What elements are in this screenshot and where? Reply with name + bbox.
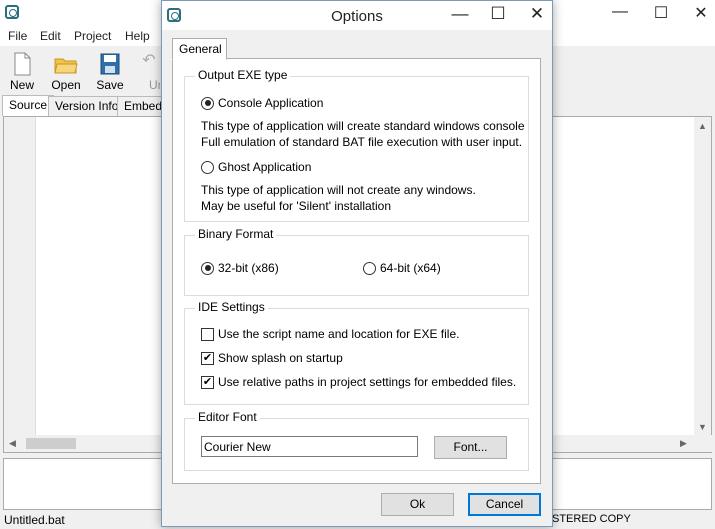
undo-label: Un (149, 78, 160, 92)
new-label: New (9, 78, 34, 92)
dialog-titlebar: Options — ☐ ✕ (162, 1, 552, 30)
radio-32bit-label: 32-bit (x86) (218, 261, 279, 275)
ghost-desc-line-1: This type of application will not create… (201, 183, 476, 197)
undo-icon: ↶ (142, 52, 156, 69)
console-radio-button[interactable] (201, 96, 214, 110)
radio-64bit-button[interactable] (363, 261, 376, 275)
line-gutter (4, 117, 36, 437)
radio-32bit[interactable]: 32-bit (x86) (201, 260, 279, 276)
use-script-name-box[interactable] (201, 327, 214, 341)
tab-embedded[interactable]: Embedd (117, 96, 165, 116)
show-splash-label: Show splash on startup (218, 351, 343, 365)
scroll-right-icon[interactable]: ▶ (680, 438, 687, 449)
save-disk-icon (100, 53, 120, 75)
console-app-radio[interactable]: Console Application (201, 95, 323, 111)
radio-64bit-label: 64-bit (x64) (380, 261, 441, 275)
app-logo-icon (5, 5, 19, 19)
font-button[interactable]: Font... (434, 436, 507, 459)
open-label: Open (51, 78, 81, 92)
new-file-icon (14, 52, 31, 76)
options-dialog: Options — ☐ ✕ General Output EXE type Co… (161, 0, 553, 527)
status-filename: Untitled.bat (4, 513, 65, 527)
ghost-app-radio[interactable]: Ghost Application (201, 159, 311, 175)
scroll-down-icon[interactable]: ▼ (698, 422, 707, 432)
relative-paths-box[interactable]: ✔ (201, 375, 214, 389)
show-splash-box[interactable]: ✔ (201, 351, 214, 365)
save-button[interactable]: Save (90, 50, 130, 92)
open-button[interactable]: Open (46, 50, 86, 92)
maximize-icon[interactable]: ☐ (651, 3, 671, 23)
status-registration: STERED COPY (552, 513, 631, 525)
dialog-close-icon[interactable]: ✕ (526, 4, 548, 24)
open-folder-icon (54, 58, 78, 74)
horizontal-scroll-thumb[interactable] (26, 438, 76, 449)
menu-file[interactable]: File (8, 29, 27, 43)
radio-32bit-button[interactable] (201, 261, 214, 275)
undo-button[interactable]: ↶ Un (138, 50, 160, 92)
ghost-radio-button[interactable] (201, 160, 214, 174)
save-label: Save (96, 78, 124, 92)
vertical-scrollbar[interactable]: ▲ ▼ (694, 117, 711, 437)
tab-general[interactable]: General (172, 38, 227, 60)
show-splash-checkbox[interactable]: ✔ Show splash on startup (201, 350, 343, 366)
menu-help[interactable]: Help (125, 29, 150, 43)
editor-font-field[interactable]: Courier New (201, 436, 418, 457)
use-script-name-label: Use the script name and location for EXE… (218, 327, 460, 341)
new-button[interactable]: New (2, 50, 42, 92)
relative-paths-checkbox[interactable]: ✔ Use relative paths in project settings… (201, 374, 516, 390)
ghost-desc-line-2: May be useful for 'Silent' installation (201, 199, 392, 213)
menu-edit[interactable]: Edit (40, 29, 61, 43)
console-description: This type of application will create sta… (201, 118, 525, 150)
ok-button[interactable]: Ok (381, 493, 454, 516)
relative-paths-label: Use relative paths in project settings f… (218, 375, 517, 389)
close-icon[interactable]: ✕ (691, 3, 711, 23)
ide-settings-group: IDE Settings Use the script name and loc… (184, 300, 529, 405)
ide-settings-title: IDE Settings (195, 300, 268, 314)
editor-font-group: Editor Font Courier New Font... (184, 410, 529, 471)
tab-source[interactable]: Source (2, 95, 55, 116)
tab-version-info[interactable]: Version Info (48, 96, 126, 116)
ghost-app-label: Ghost Application (218, 160, 312, 174)
scroll-left-icon[interactable]: ◀ (9, 438, 16, 449)
dialog-maximize-icon[interactable]: ☐ (487, 4, 509, 24)
dialog-minimize-icon[interactable]: — (449, 4, 471, 24)
console-desc-line-2: Full emulation of standard BAT file exec… (201, 135, 523, 149)
cancel-button[interactable]: Cancel (468, 493, 541, 516)
binary-format-group: Binary Format 32-bit (x86) 64-bit (x64) (184, 227, 529, 296)
radio-64bit[interactable]: 64-bit (x64) (363, 260, 441, 276)
editor-font-title: Editor Font (195, 410, 260, 424)
use-script-name-checkbox[interactable]: Use the script name and location for EXE… (201, 326, 459, 342)
console-app-label: Console Application (218, 96, 324, 110)
menu-project[interactable]: Project (74, 29, 111, 43)
scroll-up-icon[interactable]: ▲ (698, 121, 707, 131)
output-exe-group: Output EXE type Console Application This… (184, 68, 529, 222)
console-desc-line-1: This type of application will create sta… (201, 119, 525, 133)
ghost-description: This type of application will not create… (201, 182, 476, 214)
binary-format-title: Binary Format (195, 227, 277, 241)
output-exe-title: Output EXE type (195, 68, 291, 82)
minimize-icon[interactable]: — (610, 3, 630, 21)
general-panel: Output EXE type Console Application This… (172, 58, 541, 484)
